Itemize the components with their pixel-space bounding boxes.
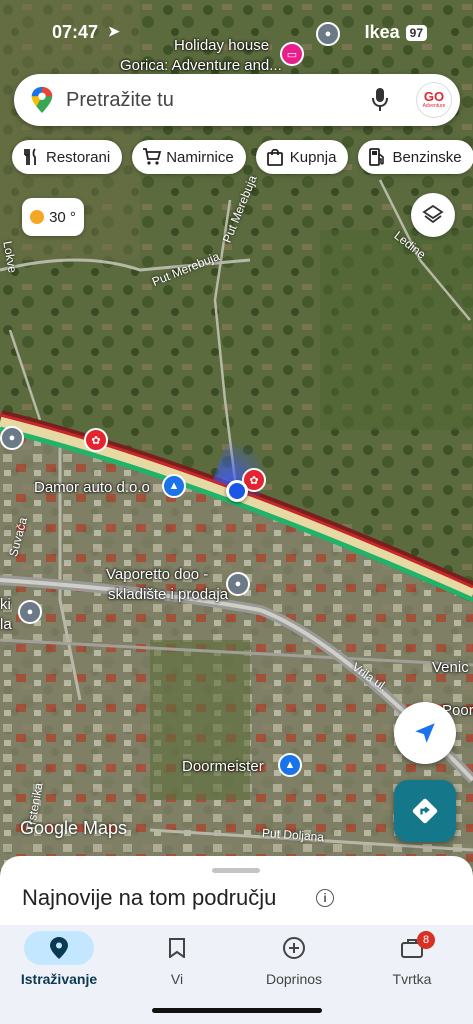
chip-label: Restorani bbox=[46, 148, 111, 166]
weather-temp: 30 ° bbox=[49, 208, 76, 226]
chip-groceries[interactable]: Namirnice bbox=[132, 140, 246, 174]
map-view[interactable]: Holiday house Gorica: Adventure and... ▭… bbox=[0, 0, 473, 870]
battery-icon: 97 bbox=[405, 24, 427, 41]
location-pin-icon[interactable]: ● bbox=[226, 572, 250, 596]
gas-pump-icon bbox=[368, 148, 386, 166]
notification-badge: 8 bbox=[417, 931, 435, 949]
layers-button[interactable] bbox=[411, 193, 455, 237]
shop-pin-icon[interactable]: ▲ bbox=[162, 474, 186, 498]
status-bar: 07:47 ➤ Ikea 97 bbox=[0, 18, 473, 46]
directions-icon bbox=[412, 798, 438, 824]
poi-label-ki: ki bbox=[0, 596, 11, 613]
home-indicator[interactable] bbox=[152, 1008, 322, 1013]
microphone-icon[interactable] bbox=[372, 88, 388, 112]
nav-label: Doprinos bbox=[265, 971, 323, 987]
status-right: Ikea 97 bbox=[365, 22, 427, 43]
weather-widget[interactable]: 30 ° bbox=[22, 198, 84, 236]
category-chips: Restorani Namirnice Kupnja Benzinske bbox=[12, 140, 473, 174]
shop-pin-icon[interactable]: ▲ bbox=[278, 753, 302, 777]
poi-label-gorica[interactable]: Gorica: Adventure and... bbox=[120, 57, 282, 74]
search-bar[interactable]: Pretražite tu GO Adventure bbox=[14, 74, 460, 126]
avatar-logo-text: GO bbox=[423, 89, 445, 104]
chip-label: Namirnice bbox=[166, 148, 234, 166]
explore-pin-icon bbox=[50, 937, 68, 959]
add-circle-icon bbox=[283, 937, 305, 959]
nav-label: Tvrtka bbox=[392, 971, 432, 987]
location-pin-icon[interactable]: ● bbox=[0, 426, 24, 450]
account-avatar[interactable]: GO Adventure bbox=[416, 82, 452, 118]
nav-contribute[interactable]: Doprinos bbox=[239, 931, 349, 987]
bookmark-icon bbox=[169, 938, 185, 958]
nav-label: Istraživanje bbox=[20, 971, 98, 987]
poi-label-vaporetto-2[interactable]: skladište i prodaja bbox=[108, 586, 228, 603]
status-time: 07:47 bbox=[52, 22, 99, 42]
navigation-arrow-icon bbox=[415, 723, 435, 743]
nav-icon-container bbox=[259, 931, 329, 965]
fork-knife-icon bbox=[22, 148, 40, 166]
nav-business[interactable]: 8 Tvrtka bbox=[357, 931, 467, 987]
shopping-bag-icon bbox=[266, 148, 284, 166]
cart-icon bbox=[142, 148, 162, 166]
car-repair-pin-icon[interactable]: ✿ bbox=[84, 428, 108, 452]
chip-label: Kupnja bbox=[289, 148, 337, 166]
info-icon[interactable]: i bbox=[316, 889, 334, 907]
search-input[interactable]: Pretražite tu bbox=[66, 89, 174, 112]
nav-icon-container bbox=[142, 931, 212, 965]
avatar-logo-subtext: Adventure bbox=[422, 103, 446, 109]
carrier-label: Ikea bbox=[364, 22, 400, 42]
chip-gas-stations[interactable]: Benzinske bbox=[358, 140, 473, 174]
poi-label-venic: Venic bbox=[432, 659, 469, 676]
current-location-dot bbox=[226, 480, 248, 502]
chip-label: Benzinske bbox=[392, 148, 462, 166]
chip-restaurants[interactable]: Restorani bbox=[12, 140, 123, 174]
location-services-icon: ➤ bbox=[108, 23, 120, 39]
my-location-button[interactable] bbox=[394, 702, 456, 764]
nav-label: Vi bbox=[170, 971, 184, 987]
chip-shopping[interactable]: Kupnja bbox=[255, 140, 349, 174]
google-maps-logo-icon bbox=[31, 87, 53, 113]
sun-icon bbox=[30, 210, 45, 224]
poi-label-vaporetto-1[interactable]: Vaporetto doo - bbox=[106, 566, 208, 583]
sheet-title: Najnovije na tom području bbox=[22, 885, 277, 910]
location-pin-icon[interactable]: ● bbox=[18, 600, 42, 624]
sheet-drag-handle[interactable] bbox=[212, 868, 260, 873]
directions-button[interactable] bbox=[394, 780, 456, 842]
nav-explore[interactable]: Istraživanje bbox=[4, 931, 114, 987]
nav-icon-container bbox=[24, 931, 94, 965]
poi-label-damor-auto[interactable]: Damor auto d.o.o bbox=[34, 479, 150, 496]
nav-you[interactable]: Vi bbox=[122, 931, 232, 987]
poi-label-doormeister[interactable]: Doormeister bbox=[182, 758, 264, 775]
layers-icon bbox=[422, 204, 444, 224]
nav-icon-container: 8 bbox=[377, 931, 447, 965]
poi-label-la: la bbox=[0, 616, 12, 633]
bottom-sheet[interactable]: Najnovije na tom području i bbox=[0, 856, 473, 936]
google-maps-attribution: Google Maps bbox=[20, 818, 128, 838]
